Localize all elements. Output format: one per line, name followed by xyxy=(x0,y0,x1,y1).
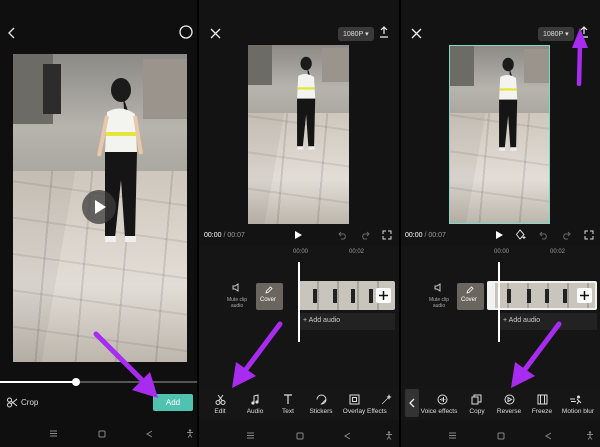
overlay-icon xyxy=(349,394,360,405)
ruler-label: 00:00 xyxy=(293,249,308,255)
fullscreen-icon[interactable] xyxy=(382,230,392,240)
back-chevron-icon[interactable] xyxy=(8,27,16,39)
nav-menu-icon[interactable] xyxy=(448,432,457,439)
nav-menu-icon[interactable] xyxy=(49,430,58,437)
motion-blur-icon xyxy=(569,394,582,405)
plus-icon xyxy=(577,288,592,303)
play-button[interactable] xyxy=(82,190,116,224)
time-current: 00:00 xyxy=(405,232,423,239)
close-icon[interactable] xyxy=(411,28,422,39)
sticker-icon xyxy=(316,394,327,405)
effects-icon xyxy=(381,394,393,405)
plus-icon xyxy=(376,288,391,303)
copy-icon xyxy=(471,394,482,405)
playhead[interactable] xyxy=(298,262,300,342)
nav-back-icon[interactable] xyxy=(545,432,552,440)
tool-motion-blur[interactable]: Motion blur xyxy=(558,408,598,415)
tutorial-arrow-icon xyxy=(503,320,563,392)
tutorial-arrow-icon xyxy=(569,26,589,88)
nav-home-icon[interactable] xyxy=(296,432,304,440)
redo-icon[interactable] xyxy=(561,231,571,240)
tutorial-arrow-icon xyxy=(224,320,284,392)
caret-down-icon: ▾ xyxy=(365,31,369,38)
resolution-dropdown[interactable]: 1080P ▾ xyxy=(338,27,374,41)
panel-clip-tools: 1080P ▾ 00:00 / 00:07 xyxy=(401,0,600,447)
playhead[interactable] xyxy=(498,262,500,342)
select-circle-icon[interactable] xyxy=(179,25,193,39)
music-note-icon xyxy=(250,394,260,405)
clip-trim-handle-left[interactable] xyxy=(489,283,495,308)
nav-accessibility-icon[interactable] xyxy=(586,431,594,440)
nav-back-icon[interactable] xyxy=(146,430,153,438)
scissors-icon xyxy=(7,397,18,408)
reverse-icon xyxy=(504,394,515,405)
add-audio-track[interactable]: + Add audio xyxy=(299,313,395,330)
crop-button[interactable]: Crop xyxy=(21,398,38,407)
keyframe-icon[interactable] xyxy=(516,229,528,240)
play-icon[interactable] xyxy=(495,230,504,240)
child-figure-image xyxy=(288,51,322,161)
text-icon xyxy=(283,394,293,405)
video-preview-frame xyxy=(248,45,349,224)
ruler-label: 00:00 xyxy=(494,249,509,255)
edit-pencil-icon xyxy=(265,286,273,294)
nav-home-icon[interactable] xyxy=(98,430,106,438)
play-icon xyxy=(82,190,116,224)
freeze-icon xyxy=(537,394,548,405)
tool-effects[interactable]: Effects xyxy=(367,408,399,415)
ruler-label: 00:02 xyxy=(550,249,565,255)
speaker-icon[interactable] xyxy=(434,283,443,292)
child-figure-image xyxy=(89,70,149,260)
redo-icon[interactable] xyxy=(360,231,370,240)
tutorial-arrow-icon xyxy=(92,330,164,402)
tool-voice-effects[interactable]: Voice effects xyxy=(417,408,461,415)
cover-thumbnail[interactable]: Cover xyxy=(256,283,283,310)
time-current: 00:00 xyxy=(204,232,222,239)
cover-thumbnail[interactable]: Cover xyxy=(457,283,484,310)
speaker-icon[interactable] xyxy=(232,283,241,292)
mute-clip-audio-label: Mute clip audio xyxy=(225,297,249,309)
close-icon[interactable] xyxy=(210,28,221,39)
nav-accessibility-icon[interactable] xyxy=(186,429,194,438)
undo-icon[interactable] xyxy=(539,231,549,240)
nav-accessibility-icon[interactable] xyxy=(385,431,393,440)
tool-edit[interactable]: Edit xyxy=(200,408,240,415)
export-icon[interactable] xyxy=(379,26,389,38)
time-total: / 00:07 xyxy=(223,232,244,239)
trim-slider-handle[interactable] xyxy=(72,378,80,386)
play-icon[interactable] xyxy=(294,230,303,240)
undo-icon[interactable] xyxy=(338,231,348,240)
fullscreen-icon[interactable] xyxy=(584,230,594,240)
time-total: / 00:07 xyxy=(424,232,445,239)
voice-effects-icon xyxy=(437,394,448,405)
nav-home-icon[interactable] xyxy=(497,432,505,440)
add-clip-button[interactable] xyxy=(577,288,592,303)
ruler-label: 00:02 xyxy=(349,249,364,255)
tool-freeze[interactable]: Freeze xyxy=(522,408,562,415)
edit-pencil-icon xyxy=(466,286,474,294)
video-preview-frame xyxy=(449,45,550,224)
child-figure-image xyxy=(490,52,524,162)
panel-crop-preview: Crop Add xyxy=(0,0,197,447)
add-clip-button[interactable] xyxy=(376,288,391,303)
video-preview-frame xyxy=(13,54,187,362)
nav-back-icon[interactable] xyxy=(344,432,351,440)
mute-clip-audio-label: Mute clip audio xyxy=(427,297,451,309)
scissors-icon xyxy=(215,394,226,405)
panel-editor: 1080P ▾ 00:00 / 00:07 00:00 xyxy=(199,0,399,447)
nav-menu-icon[interactable] xyxy=(246,432,255,439)
